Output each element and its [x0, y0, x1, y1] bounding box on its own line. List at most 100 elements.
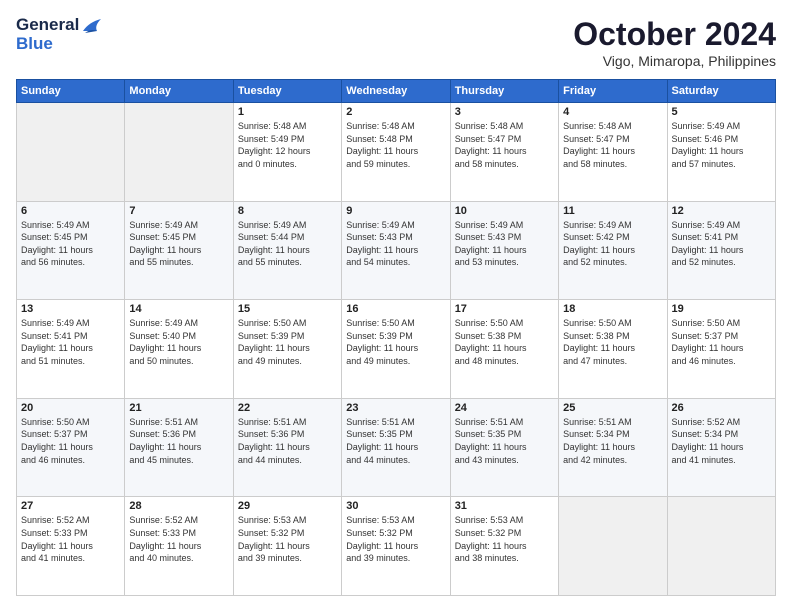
- day-number: 2: [346, 106, 445, 118]
- daylight-minutes: and 49 minutes.: [346, 355, 445, 368]
- day-number: 14: [129, 303, 228, 315]
- daylight-hours: Daylight: 11 hours: [455, 441, 554, 454]
- day-info: Sunrise: 5:50 AMSunset: 5:39 PMDaylight:…: [238, 317, 337, 367]
- sunset-text: Sunset: 5:42 PM: [563, 231, 662, 244]
- sunset-text: Sunset: 5:36 PM: [238, 428, 337, 441]
- page: General Blue October 2024 Vigo, Mimaropa…: [0, 0, 792, 612]
- sunrise-text: Sunrise: 5:50 AM: [21, 416, 120, 429]
- daylight-minutes: and 44 minutes.: [238, 454, 337, 467]
- sunrise-text: Sunrise: 5:52 AM: [21, 514, 120, 527]
- logo-bird-icon: [81, 17, 103, 35]
- sunrise-text: Sunrise: 5:49 AM: [672, 120, 771, 133]
- sunrise-text: Sunrise: 5:49 AM: [346, 219, 445, 232]
- daylight-hours: Daylight: 11 hours: [21, 244, 120, 257]
- calendar-cell: [667, 497, 775, 596]
- sunrise-text: Sunrise: 5:49 AM: [129, 219, 228, 232]
- daylight-minutes: and 49 minutes.: [238, 355, 337, 368]
- sunrise-text: Sunrise: 5:51 AM: [129, 416, 228, 429]
- calendar-cell: 20Sunrise: 5:50 AMSunset: 5:37 PMDayligh…: [17, 398, 125, 497]
- calendar-cell: 1Sunrise: 5:48 AMSunset: 5:49 PMDaylight…: [233, 103, 341, 202]
- daylight-minutes: and 43 minutes.: [455, 454, 554, 467]
- sunset-text: Sunset: 5:43 PM: [455, 231, 554, 244]
- sunrise-text: Sunrise: 5:49 AM: [563, 219, 662, 232]
- sunrise-text: Sunrise: 5:51 AM: [238, 416, 337, 429]
- subtitle: Vigo, Mimaropa, Philippines: [573, 53, 776, 69]
- sunrise-text: Sunrise: 5:53 AM: [238, 514, 337, 527]
- sunset-text: Sunset: 5:44 PM: [238, 231, 337, 244]
- daylight-minutes: and 38 minutes.: [455, 552, 554, 565]
- day-number: 4: [563, 106, 662, 118]
- sunrise-text: Sunrise: 5:50 AM: [672, 317, 771, 330]
- day-number: 27: [21, 500, 120, 512]
- col-header-thursday: Thursday: [450, 80, 558, 103]
- daylight-minutes: and 0 minutes.: [238, 158, 337, 171]
- day-info: Sunrise: 5:52 AMSunset: 5:33 PMDaylight:…: [21, 514, 120, 564]
- daylight-hours: Daylight: 11 hours: [563, 342, 662, 355]
- calendar-cell: 6Sunrise: 5:49 AMSunset: 5:45 PMDaylight…: [17, 201, 125, 300]
- daylight-hours: Daylight: 11 hours: [129, 540, 228, 553]
- day-number: 17: [455, 303, 554, 315]
- calendar-row-1: 6Sunrise: 5:49 AMSunset: 5:45 PMDaylight…: [17, 201, 776, 300]
- daylight-hours: Daylight: 11 hours: [563, 441, 662, 454]
- calendar-cell: 4 Sunrise: 5:48 AMSunset: 5:47 PMDaylight…: [559, 103, 667, 202]
- sunrise-text: Sunrise: 5:49 AM: [21, 317, 120, 330]
- day-number: 30: [346, 500, 445, 512]
- sunrise-text: Sunrise: 5:49 AM: [238, 219, 337, 232]
- day-info: Sunrise: 5:48 AMSunset: 5:47 PMDaylight:…: [563, 120, 662, 170]
- sunrise-text: Sunrise: 5:51 AM: [455, 416, 554, 429]
- day-info: Sunrise: 5:49 AMSunset: 5:45 PMDaylight:…: [129, 219, 228, 269]
- calendar-row-0: 1Sunrise: 5:48 AMSunset: 5:49 PMDaylight…: [17, 103, 776, 202]
- sunrise-text: Sunrise: 5:49 AM: [455, 219, 554, 232]
- daylight-minutes: and 55 minutes.: [238, 256, 337, 269]
- daylight-hours: Daylight: 11 hours: [21, 441, 120, 454]
- calendar-cell: 3Sunrise: 5:48 AMSunset: 5:47 PMDaylight…: [450, 103, 558, 202]
- daylight-hours: Daylight: 11 hours: [346, 540, 445, 553]
- calendar-cell: [17, 103, 125, 202]
- daylight-hours: Daylight: 11 hours: [129, 244, 228, 257]
- calendar-row-4: 27 Sunrise: 5:52 AMSunset: 5:33 PMDayligh…: [17, 497, 776, 596]
- calendar-cell: 29 Sunrise: 5:53 AMSunset: 5:32 PMDayligh…: [233, 497, 341, 596]
- sunrise-text: Sunrise: 5:49 AM: [129, 317, 228, 330]
- sunset-text: Sunset: 5:36 PM: [129, 428, 228, 441]
- daylight-hours: Daylight: 12 hours: [238, 145, 337, 158]
- day-info: Sunrise: 5:50 AMSunset: 5:38 PMDaylight:…: [455, 317, 554, 367]
- daylight-hours: Daylight: 11 hours: [21, 342, 120, 355]
- daylight-minutes: and 46 minutes.: [672, 355, 771, 368]
- day-number: 12: [672, 205, 771, 217]
- day-number: 9: [346, 205, 445, 217]
- sunset-text: Sunset: 5:47 PM: [563, 133, 662, 146]
- daylight-minutes: and 56 minutes.: [21, 256, 120, 269]
- day-info: Sunrise: 5:50 AMSunset: 5:38 PMDaylight:…: [563, 317, 662, 367]
- daylight-minutes: and 40 minutes.: [129, 552, 228, 565]
- col-header-wednesday: Wednesday: [342, 80, 450, 103]
- day-info: Sunrise: 5:49 AMSunset: 5:41 PMDaylight:…: [672, 219, 771, 269]
- day-number: 13: [21, 303, 120, 315]
- day-number: 29: [238, 500, 337, 512]
- sunset-text: Sunset: 5:34 PM: [672, 428, 771, 441]
- day-number: 1: [238, 106, 337, 118]
- day-number: 7: [129, 205, 228, 217]
- sunrise-text: Sunrise: 5:53 AM: [346, 514, 445, 527]
- daylight-hours: Daylight: 11 hours: [672, 244, 771, 257]
- sunset-text: Sunset: 5:37 PM: [672, 330, 771, 343]
- col-header-saturday: Saturday: [667, 80, 775, 103]
- calendar-cell: 5Sunrise: 5:49 AMSunset: 5:46 PMDaylight…: [667, 103, 775, 202]
- day-info: Sunrise: 5:49 AMSunset: 5:40 PMDaylight:…: [129, 317, 228, 367]
- daylight-hours: Daylight: 11 hours: [346, 441, 445, 454]
- calendar-cell: 12 Sunrise: 5:49 AMSunset: 5:41 PMDayligh…: [667, 201, 775, 300]
- day-number: 22: [238, 402, 337, 414]
- day-number: 25: [563, 402, 662, 414]
- day-info: Sunrise: 5:53 AMSunset: 5:32 PMDaylight:…: [238, 514, 337, 564]
- calendar-cell: 8Sunrise: 5:49 AMSunset: 5:44 PMDaylight…: [233, 201, 341, 300]
- day-number: 26: [672, 402, 771, 414]
- sunset-text: Sunset: 5:40 PM: [129, 330, 228, 343]
- daylight-hours: Daylight: 11 hours: [455, 540, 554, 553]
- day-info: Sunrise: 5:52 AMSunset: 5:34 PMDaylight:…: [672, 416, 771, 466]
- daylight-hours: Daylight: 11 hours: [238, 540, 337, 553]
- calendar-cell: 9Sunrise: 5:49 AMSunset: 5:43 PMDaylight…: [342, 201, 450, 300]
- day-number: 5: [672, 106, 771, 118]
- calendar-cell: 19Sunrise: 5:50 AMSunset: 5:37 PMDayligh…: [667, 300, 775, 399]
- daylight-hours: Daylight: 11 hours: [455, 145, 554, 158]
- calendar-cell: 10Sunrise: 5:49 AMSunset: 5:43 PMDayligh…: [450, 201, 558, 300]
- day-info: Sunrise: 5:52 AMSunset: 5:33 PMDaylight:…: [129, 514, 228, 564]
